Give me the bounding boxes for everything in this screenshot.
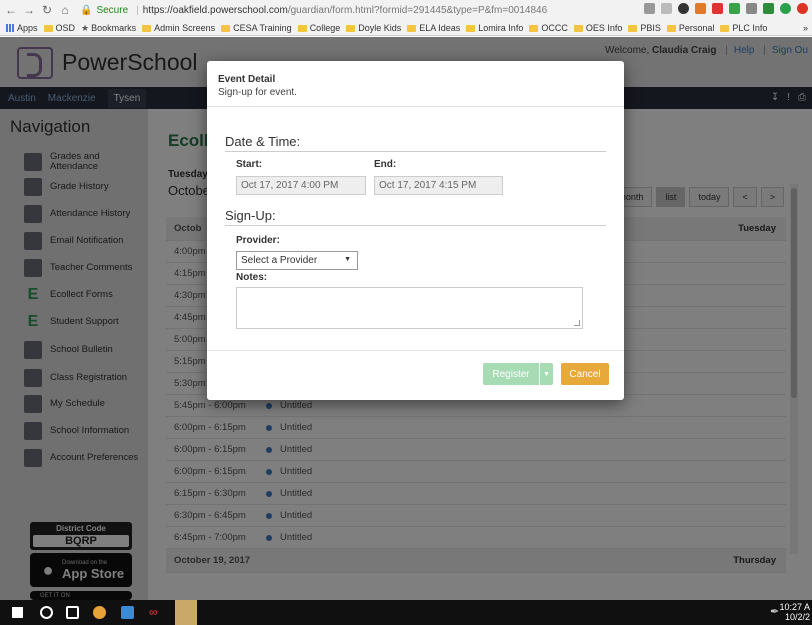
folder-icon [628, 24, 638, 32]
app-icon[interactable] [175, 600, 197, 625]
signup-section-heading: Sign-Up: [225, 208, 276, 223]
clock[interactable]: 10:27 A 10/2/2 [779, 602, 810, 622]
folder-icon [529, 24, 539, 32]
folder-icon [720, 24, 730, 32]
extension-icon[interactable] [763, 3, 774, 14]
end-label: End: [374, 159, 397, 170]
folder-icon [573, 24, 583, 32]
address-row: ← → ↻ ⌂ 🔒 Secure | https://oakfield.powe… [0, 0, 812, 20]
url-path: /guardian/form.html?formid=291445&type=P… [287, 4, 548, 16]
provider-label: Provider: [236, 235, 280, 246]
task-view-icon[interactable] [66, 606, 79, 619]
taskbar: ∞ ✒ 10:27 A 10/2/2 [0, 600, 812, 625]
search-icon[interactable] [40, 606, 53, 619]
chevron-down-icon: ▼ [344, 256, 351, 263]
extension-icon[interactable] [780, 3, 791, 14]
chrome-icon[interactable] [93, 606, 106, 619]
folder-icon [297, 24, 307, 32]
back-icon[interactable]: ← [4, 3, 18, 17]
bookmark-plc[interactable]: PLC Info [720, 23, 767, 33]
star-icon[interactable] [661, 3, 672, 14]
folder-icon [142, 24, 152, 32]
register-button[interactable]: Register [483, 363, 539, 385]
extension-icon[interactable] [746, 3, 757, 14]
bookmark-college[interactable]: College [297, 23, 340, 33]
app-icon[interactable]: ∞ [149, 605, 162, 619]
dialog-footer-divider [207, 350, 624, 351]
bookmark-occc[interactable]: OCCC [529, 23, 568, 33]
drive-icon[interactable] [729, 3, 740, 14]
bookmark-ela[interactable]: ELA Ideas [407, 23, 460, 33]
bookmark-pbis[interactable]: PBIS [628, 23, 661, 33]
extension-icon[interactable] [678, 3, 689, 14]
extension-icon[interactable] [695, 3, 706, 14]
bookmark-admin[interactable]: Admin Screens [142, 23, 215, 33]
extension-icon[interactable] [797, 3, 808, 14]
resize-handle-icon[interactable] [574, 320, 580, 326]
bookmark-bookmarks[interactable]: ★ Bookmarks [81, 23, 136, 34]
chevron-down-icon: ▼ [543, 370, 550, 378]
zoom-icon[interactable] [644, 3, 655, 14]
reload-icon[interactable]: ↻ [40, 3, 54, 17]
file-explorer-icon[interactable] [121, 606, 134, 619]
notes-label: Notes: [236, 272, 268, 283]
star-icon: ★ [81, 22, 90, 33]
register-dropdown-button[interactable]: ▼ [540, 363, 553, 385]
event-detail-dialog: Event Detail Sign-up for event. Date & T… [207, 61, 624, 400]
bookmarks-bar: Apps OSD ★ Bookmarks Admin Screens CESA T… [0, 20, 812, 36]
bookmark-personal[interactable]: Personal [666, 23, 714, 33]
end-field[interactable] [374, 176, 503, 195]
notes-textarea[interactable] [236, 287, 583, 329]
url-host: https://oakfield.powerschool.com [142, 4, 288, 16]
secure-label: Secure [96, 4, 129, 16]
start-label: Start: [236, 159, 263, 170]
extension-icon[interactable] [712, 3, 723, 14]
dialog-title: Event Detail [218, 74, 276, 85]
browser-chrome: ← → ↻ ⌂ 🔒 Secure | https://oakfield.powe… [0, 0, 812, 36]
folder-icon [407, 24, 417, 32]
folder-icon [666, 24, 676, 32]
extension-icons [644, 3, 808, 14]
folder-icon [466, 24, 476, 32]
forward-icon[interactable]: → [22, 3, 36, 17]
start-field[interactable] [236, 176, 366, 195]
home-icon[interactable]: ⌂ [58, 3, 72, 17]
windows-start-icon[interactable] [12, 607, 23, 618]
folder-icon [43, 24, 53, 32]
apps-icon [6, 24, 14, 32]
folder-icon [221, 24, 231, 32]
screen: ← → ↻ ⌂ 🔒 Secure | https://oakfield.powe… [0, 0, 812, 625]
bookmark-doyle[interactable]: Doyle Kids [346, 23, 401, 33]
provider-select[interactable]: Select a Provider ▼ [236, 251, 358, 270]
bookmark-oes[interactable]: OES Info [573, 23, 622, 33]
section-divider [225, 225, 606, 226]
bookmark-apps[interactable]: Apps [6, 23, 38, 33]
dialog-header: Event Detail Sign-up for event. [207, 61, 624, 107]
bookmark-cesa[interactable]: CESA Training [221, 23, 292, 33]
folder-icon [346, 24, 356, 32]
url-bar[interactable]: 🔒 Secure | https://oakfield.powerschool.… [80, 5, 547, 16]
lock-icon: 🔒 [80, 4, 93, 16]
bookmark-osd[interactable]: OSD [43, 23, 75, 33]
dialog-subtitle: Sign-up for event. [218, 87, 297, 98]
bookmark-lomira[interactable]: Lomira Info [466, 23, 523, 33]
section-divider [225, 151, 606, 152]
cancel-button[interactable]: Cancel [561, 363, 609, 385]
datetime-section-heading: Date & Time: [225, 134, 301, 149]
bookmarks-more[interactable]: » [803, 23, 808, 33]
